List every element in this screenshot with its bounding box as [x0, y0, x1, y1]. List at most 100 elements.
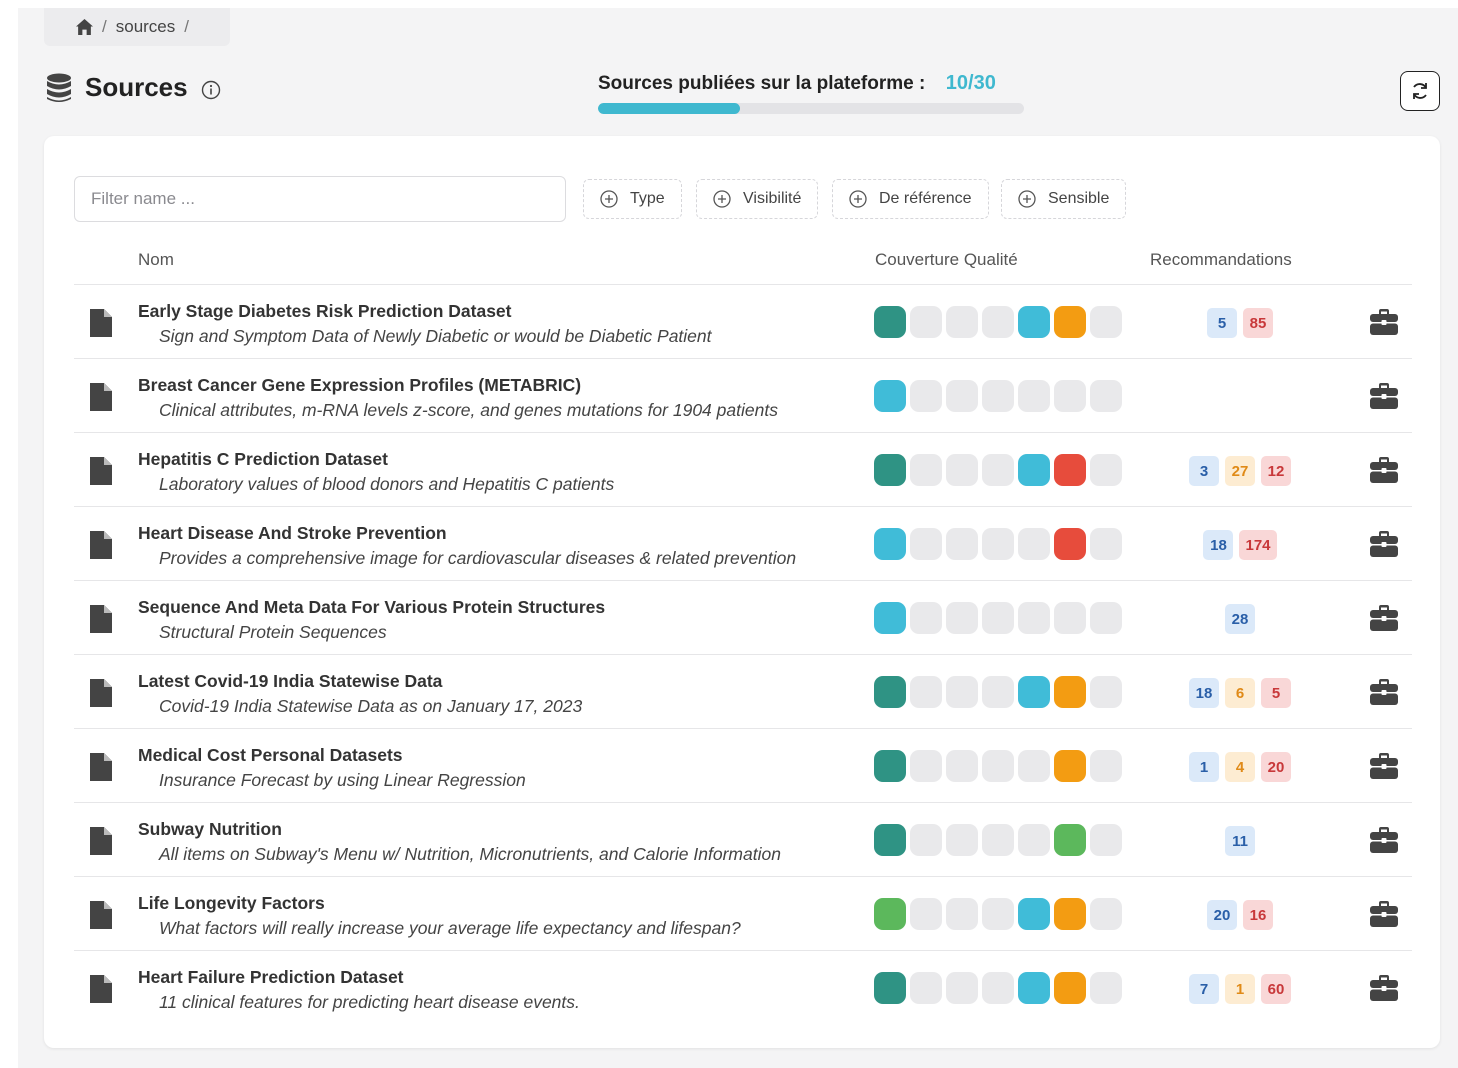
recommendation-badge-blue[interactable]: 20 [1207, 900, 1237, 930]
home-icon[interactable] [76, 19, 93, 35]
sources-card: Type Visibilité De référence Sensible No… [44, 136, 1440, 1048]
column-header-coverage[interactable]: Couverture Qualité [875, 250, 1018, 270]
published-sources-progress: Sources publiées sur la plateforme : 10/… [598, 72, 1026, 114]
source-name[interactable]: Subway Nutrition [138, 819, 282, 840]
recommendation-badge-blue[interactable]: 3 [1189, 456, 1219, 486]
plus-circle-icon [1018, 190, 1036, 208]
coverage-dot [1090, 824, 1122, 856]
source-name[interactable]: Heart Failure Prediction Dataset [138, 967, 404, 988]
coverage-dot [874, 602, 906, 634]
file-icon [90, 531, 112, 559]
recommendation-badge-red[interactable]: 5 [1261, 678, 1291, 708]
source-name[interactable]: Life Longevity Factors [138, 893, 325, 914]
briefcase-icon[interactable] [1370, 975, 1398, 1001]
recommendation-badge-orange[interactable]: 4 [1225, 752, 1255, 782]
table-row[interactable]: Life Longevity Factors What factors will… [74, 877, 1412, 951]
source-name[interactable]: Latest Covid-19 India Statewise Data [138, 671, 442, 692]
recommendations: 18 6 5 [1150, 678, 1330, 708]
recommendation-badge-blue[interactable]: 18 [1203, 530, 1234, 560]
recommendation-badge-blue[interactable]: 7 [1189, 974, 1219, 1004]
coverage-dot [1090, 306, 1122, 338]
source-name[interactable]: Breast Cancer Gene Expression Profiles (… [138, 375, 581, 396]
source-description: Clinical attributes, m-RNA levels z-scor… [159, 400, 778, 420]
briefcase-icon[interactable] [1370, 531, 1398, 557]
quality-coverage [874, 972, 1126, 1004]
recommendation-badge-orange[interactable]: 1 [1225, 974, 1255, 1004]
coverage-dot [910, 824, 942, 856]
briefcase-icon[interactable] [1370, 605, 1398, 631]
recommendation-badge-orange[interactable]: 6 [1225, 678, 1255, 708]
column-header-name[interactable]: Nom [138, 250, 174, 270]
quality-coverage [874, 750, 1126, 782]
table-row[interactable]: Medical Cost Personal Datasets Insurance… [74, 729, 1412, 803]
coverage-dot [1054, 454, 1086, 486]
recommendation-badge-red[interactable]: 12 [1261, 456, 1291, 486]
recommendations: 28 [1150, 604, 1330, 634]
info-icon[interactable] [201, 80, 221, 100]
briefcase-icon[interactable] [1370, 679, 1398, 705]
filter-type-button[interactable]: Type [583, 179, 682, 219]
table-row[interactable]: Heart Disease And Stroke Prevention Prov… [74, 507, 1412, 581]
coverage-dot [874, 898, 906, 930]
refresh-button[interactable] [1400, 71, 1440, 111]
filter-name-input[interactable] [74, 176, 566, 222]
coverage-dot [946, 454, 978, 486]
quality-coverage [874, 380, 1126, 412]
table-row[interactable]: Heart Failure Prediction Dataset 11 clin… [74, 951, 1412, 1024]
recommendation-badge-blue[interactable]: 11 [1225, 826, 1255, 856]
table-row[interactable]: Hepatitis C Prediction Dataset Laborator… [74, 433, 1412, 507]
recommendation-badge-blue[interactable]: 28 [1225, 604, 1255, 634]
briefcase-icon[interactable] [1370, 309, 1398, 335]
recommendations: 20 16 [1150, 900, 1330, 930]
coverage-dot [946, 602, 978, 634]
recommendation-badge-red[interactable]: 20 [1261, 752, 1291, 782]
recommendation-badge-blue[interactable]: 5 [1207, 308, 1237, 338]
briefcase-icon[interactable] [1370, 901, 1398, 927]
filter-sensitive-label: Sensible [1048, 190, 1110, 207]
recommendation-badge-red[interactable]: 16 [1243, 900, 1273, 930]
source-name[interactable]: Medical Cost Personal Datasets [138, 745, 403, 766]
source-description: Provides a comprehensive image for cardi… [159, 548, 797, 568]
filter-visibility-button[interactable]: Visibilité [696, 179, 819, 219]
recommendation-badge-red[interactable]: 85 [1243, 308, 1273, 338]
table-row[interactable]: Breast Cancer Gene Expression Profiles (… [74, 359, 1412, 433]
table-row[interactable]: Early Stage Diabetes Risk Prediction Dat… [74, 285, 1412, 359]
recommendation-badge-orange[interactable]: 27 [1225, 456, 1255, 486]
recommendation-badge-blue[interactable]: 1 [1189, 752, 1219, 782]
filter-reference-button[interactable]: De référence [832, 179, 989, 219]
recommendations: 11 [1150, 826, 1330, 856]
progress-count: 10/30 [945, 72, 996, 94]
source-description: What factors will really increase your a… [159, 918, 741, 938]
recommendation-badge-blue[interactable]: 18 [1189, 678, 1219, 708]
recommendation-badge-red[interactable]: 174 [1239, 530, 1277, 560]
filter-sensitive-button[interactable]: Sensible [1001, 179, 1127, 219]
coverage-dot [982, 454, 1014, 486]
table-row[interactable]: Sequence And Meta Data For Various Prote… [74, 581, 1412, 655]
coverage-dot [1054, 306, 1086, 338]
briefcase-icon[interactable] [1370, 457, 1398, 483]
coverage-dot [1090, 454, 1122, 486]
source-name[interactable]: Sequence And Meta Data For Various Prote… [138, 597, 605, 618]
source-name[interactable]: Early Stage Diabetes Risk Prediction Dat… [138, 301, 511, 322]
recommendation-badge-red[interactable]: 60 [1261, 974, 1291, 1004]
table-row[interactable]: Subway Nutrition All items on Subway's M… [74, 803, 1412, 877]
coverage-dot [874, 454, 906, 486]
coverage-dot [1090, 380, 1122, 412]
breadcrumb-item-sources[interactable]: sources [116, 17, 176, 37]
coverage-dot [1090, 602, 1122, 634]
source-description: Sign and Symptom Data of Newly Diabetic … [159, 326, 712, 346]
briefcase-icon[interactable] [1370, 753, 1398, 779]
briefcase-icon[interactable] [1370, 383, 1398, 409]
page-title: Sources [85, 72, 188, 102]
source-name[interactable]: Hepatitis C Prediction Dataset [138, 449, 388, 470]
table-row[interactable]: Latest Covid-19 India Statewise Data Cov… [74, 655, 1412, 729]
coverage-dot [982, 602, 1014, 634]
coverage-dot [982, 380, 1014, 412]
file-icon [90, 753, 112, 781]
coverage-dot [982, 898, 1014, 930]
column-header-recommendations[interactable]: Recommandations [1150, 250, 1292, 270]
plus-circle-icon [849, 190, 867, 208]
coverage-dot [1090, 898, 1122, 930]
briefcase-icon[interactable] [1370, 827, 1398, 853]
source-name[interactable]: Heart Disease And Stroke Prevention [138, 523, 447, 544]
